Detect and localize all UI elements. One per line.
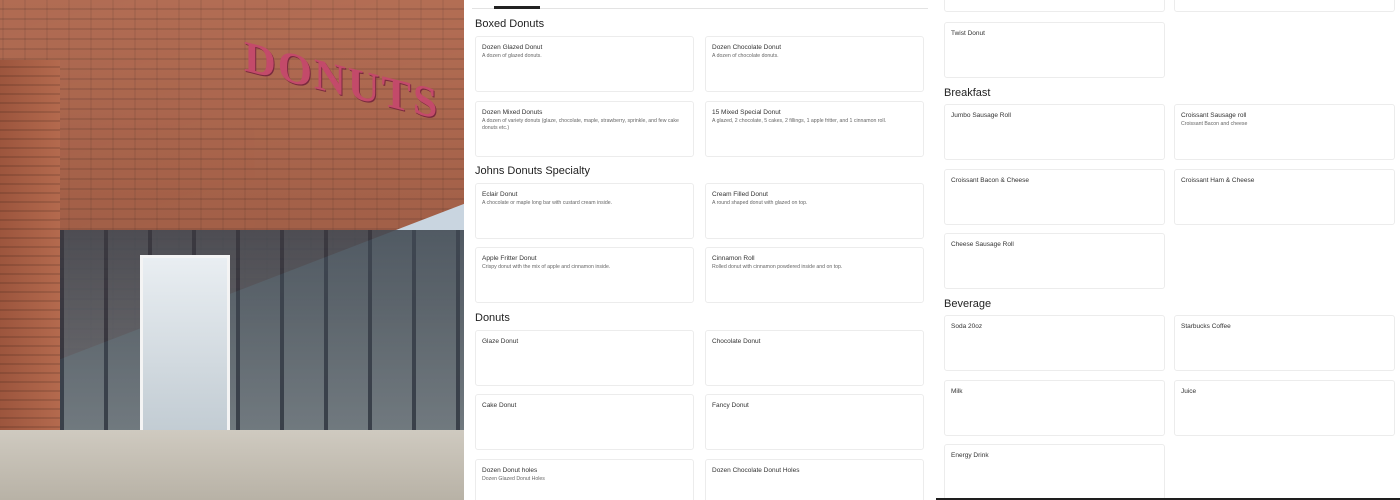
menu-item-card[interactable]: Croissant Ham & Cheese [1174, 169, 1395, 225]
menu-item-desc: A round shaped donut with glazed on top. [712, 200, 808, 206]
menu-item-card[interactable]: Croissant Bacon & Cheese [944, 169, 1165, 225]
menu-item-name: Jumbo Sausage Roll [951, 112, 1011, 119]
tab-active-indicator[interactable] [494, 6, 540, 9]
menu-item-card[interactable]: Dozen Glazed Donut A dozen of glazed don… [475, 36, 694, 92]
menu-item-card[interactable]: 15 Mixed Special Donut A glazed, 2 choco… [705, 101, 924, 157]
menu-item-card[interactable]: Glaze Donut [475, 330, 694, 386]
menu-item-name: Chocolate Donut [712, 338, 761, 345]
section-title-breakfast: Breakfast [944, 87, 991, 99]
menu-item-name: Croissant Bacon & Cheese [951, 177, 1030, 184]
menu-item-name: Dozen Donut holes [482, 467, 538, 474]
menu-item-desc: Croissant Bacon and cheese [1181, 121, 1248, 127]
menu-item-name: Apple Fritter Donut [482, 255, 537, 262]
menu-column: Boxed Donuts Dozen Glazed Donut A dozen … [464, 0, 936, 500]
menu-item-name: Croissant Sausage roll [1181, 112, 1247, 119]
menu-item-name: Eclair Donut [482, 191, 518, 198]
menu-item-card[interactable] [1174, 0, 1395, 12]
menu-item-card[interactable]: Dozen Chocolate Donut Holes [705, 459, 924, 500]
menu-item-card[interactable]: Dozen Donut holes Dozen Glazed Donut Hol… [475, 459, 694, 500]
menu-item-card[interactable]: Chocolate Donut [705, 330, 924, 386]
menu-item-name: Cream Filled Donut [712, 191, 768, 198]
menu-item-card[interactable] [944, 0, 1165, 12]
menu-item-card[interactable]: Fancy Donut [705, 394, 924, 450]
right-menu-column: Twist Donut Breakfast Jumbo Sausage Roll… [936, 0, 1400, 500]
menu-item-card[interactable]: Jumbo Sausage Roll [944, 104, 1165, 160]
menu-item-desc: Rolled donut with cinnamon powdered insi… [712, 264, 843, 270]
menu-item-card[interactable]: Apple Fritter Donut Crispy donut with th… [475, 247, 694, 303]
menu-item-desc: A dozen of glazed donuts. [482, 53, 542, 59]
photo-windows [60, 230, 464, 450]
menu-item-name: Milk [951, 388, 963, 395]
category-tabs [472, 0, 928, 9]
section-title-donuts: Donuts [475, 312, 510, 324]
menu-item-name: Cheese Sausage Roll [951, 241, 1014, 248]
section-title-boxed: Boxed Donuts [475, 18, 545, 30]
photo-door [140, 255, 230, 435]
menu-item-card[interactable]: Starbucks Coffee [1174, 315, 1395, 371]
menu-item-desc: A glazed, 2 chocolate, 5 cakes, 2 fillin… [712, 118, 887, 124]
menu-item-name: Fancy Donut [712, 402, 749, 409]
menu-item-desc: A dozen of variety donuts (glaze, chocol… [482, 118, 679, 132]
menu-item-card[interactable]: Milk [944, 380, 1165, 436]
menu-item-card[interactable]: Croissant Sausage roll Croissant Bacon a… [1174, 104, 1395, 160]
menu-item-desc: Crispy donut with the mix of apple and c… [482, 264, 611, 270]
menu-item-name: Dozen Chocolate Donut Holes [712, 467, 800, 474]
menu-item-name: Cake Donut [482, 402, 517, 409]
menu-item-name: Cinnamon Roll [712, 255, 755, 262]
menu-item-name: Soda 20oz [951, 323, 983, 330]
menu-item-desc: A chocolate or maple long bar with custa… [482, 200, 613, 206]
menu-item-name: Croissant Ham & Cheese [1181, 177, 1255, 184]
menu-item-name: Juice [1181, 388, 1197, 395]
storefront-photo: DONUTS [0, 0, 464, 500]
section-title-specialty: Johns Donuts Specialty [475, 165, 590, 177]
menu-item-name: Starbucks Coffee [1181, 323, 1231, 330]
menu-item-name: Twist Donut [951, 30, 985, 37]
menu-item-card[interactable]: Cinnamon Roll Rolled donut with cinnamon… [705, 247, 924, 303]
menu-item-name: Dozen Glazed Donut [482, 44, 543, 51]
menu-item-desc: A dozen of chocolate donuts. [712, 53, 779, 59]
menu-item-card[interactable]: Soda 20oz [944, 315, 1165, 371]
menu-item-card[interactable]: Twist Donut [944, 22, 1165, 78]
menu-item-name: Glaze Donut [482, 338, 519, 345]
section-title-beverage: Beverage [944, 298, 992, 310]
menu-item-card[interactable]: Cheese Sausage Roll [944, 233, 1165, 289]
menu-item-card[interactable]: Cake Donut [475, 394, 694, 450]
menu-item-name: Energy Drink [951, 452, 989, 459]
menu-item-card[interactable]: Dozen Mixed Donuts A dozen of variety do… [475, 101, 694, 157]
menu-item-desc: Dozen Glazed Donut Holes [482, 476, 545, 482]
menu-item-card[interactable]: Cream Filled Donut A round shaped donut … [705, 183, 924, 239]
menu-item-name: 15 Mixed Special Donut [712, 109, 781, 116]
menu-item-card[interactable]: Energy Drink [944, 444, 1165, 500]
menu-item-card[interactable]: Dozen Chocolate Donut A dozen of chocola… [705, 36, 924, 92]
menu-item-name: Dozen Chocolate Donut [712, 44, 782, 51]
menu-item-card[interactable]: Eclair Donut A chocolate or maple long b… [475, 183, 694, 239]
photo-sidewalk [0, 430, 464, 500]
menu-item-card[interactable]: Juice [1174, 380, 1395, 436]
menu-item-name: Dozen Mixed Donuts [482, 109, 543, 116]
